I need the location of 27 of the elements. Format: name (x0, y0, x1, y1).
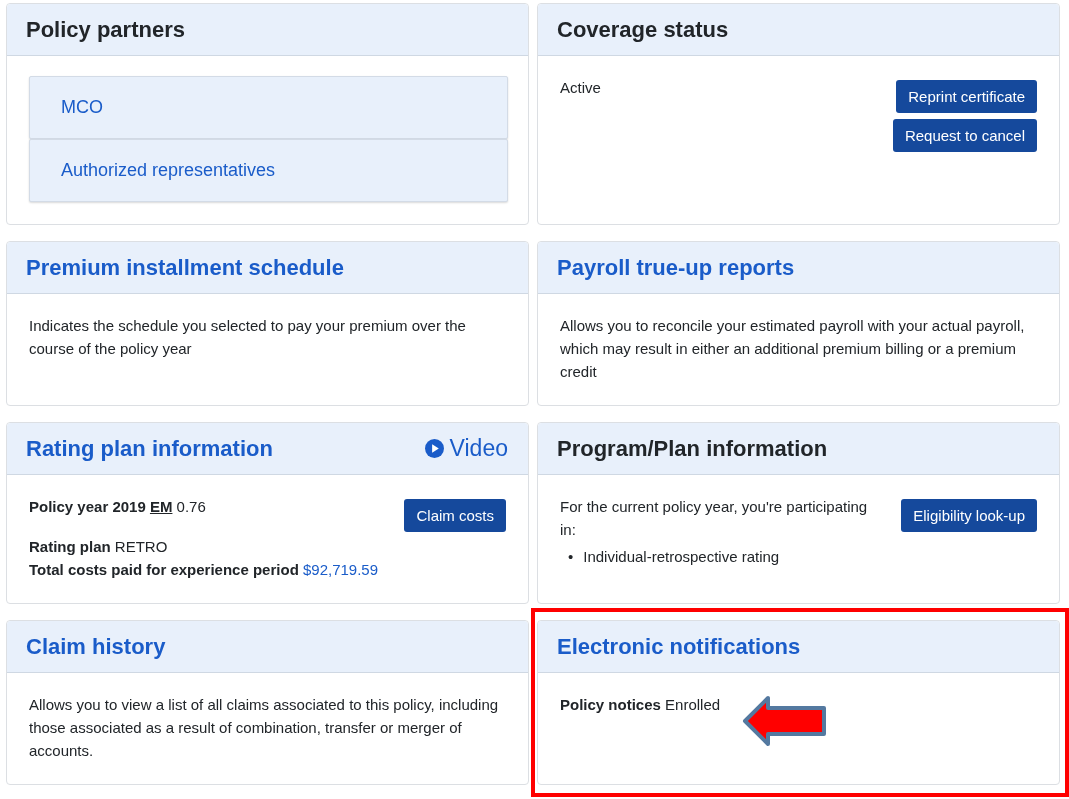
bullet-marker: • (568, 547, 574, 567)
action-button[interactable]: Eligibility look-up (901, 499, 1037, 532)
card-title: Policy partners (26, 16, 185, 43)
card-text: Indicates the schedule you selected to pay your premium over the course of the policy year (29, 316, 467, 359)
partner-link[interactable]: Authorized representatives (29, 139, 508, 202)
card-title[interactable]: Electronic notifications (557, 633, 801, 660)
card-title[interactable]: Claim history (26, 633, 166, 660)
card-text: Allows you to reconcile your estimated payroll with your actual payroll, which may result in either an additional premium billing or a premium credit (560, 316, 1026, 382)
action-button[interactable]: Request to cancel (892, 119, 1037, 152)
play-icon (424, 439, 444, 458)
field-line: Total costs paid for experience period $92,719.59 (29, 560, 380, 580)
field-line: Rating plan RETRO (29, 537, 169, 557)
action-button[interactable]: Reprint certificate (896, 80, 1037, 113)
bullet-item: Individual-retrospective rating (583, 547, 780, 567)
card-title: Coverage status (557, 16, 729, 43)
card-title: Program/Plan information (557, 435, 828, 462)
field-line: Policy year 2019 EM 0.76 (29, 497, 207, 517)
card-title[interactable]: Rating plan information (26, 435, 273, 462)
card-title[interactable]: Premium installment schedule (26, 254, 344, 281)
card-title[interactable]: Payroll true-up reports (557, 254, 795, 281)
video-link[interactable]: Video (424, 435, 508, 462)
partner-link[interactable]: MCO (29, 76, 508, 139)
action-button[interactable]: Claim costs (404, 499, 506, 532)
card-text: Allows you to view a list of all claims associated to this policy, including those associated as a result of combination, transfer or merger of accounts. (29, 695, 500, 761)
field-line: Policy notices Enrolled (560, 695, 722, 715)
card-text: Active (560, 78, 602, 98)
card-text: For the current policy year, you're participating in: (560, 497, 869, 540)
